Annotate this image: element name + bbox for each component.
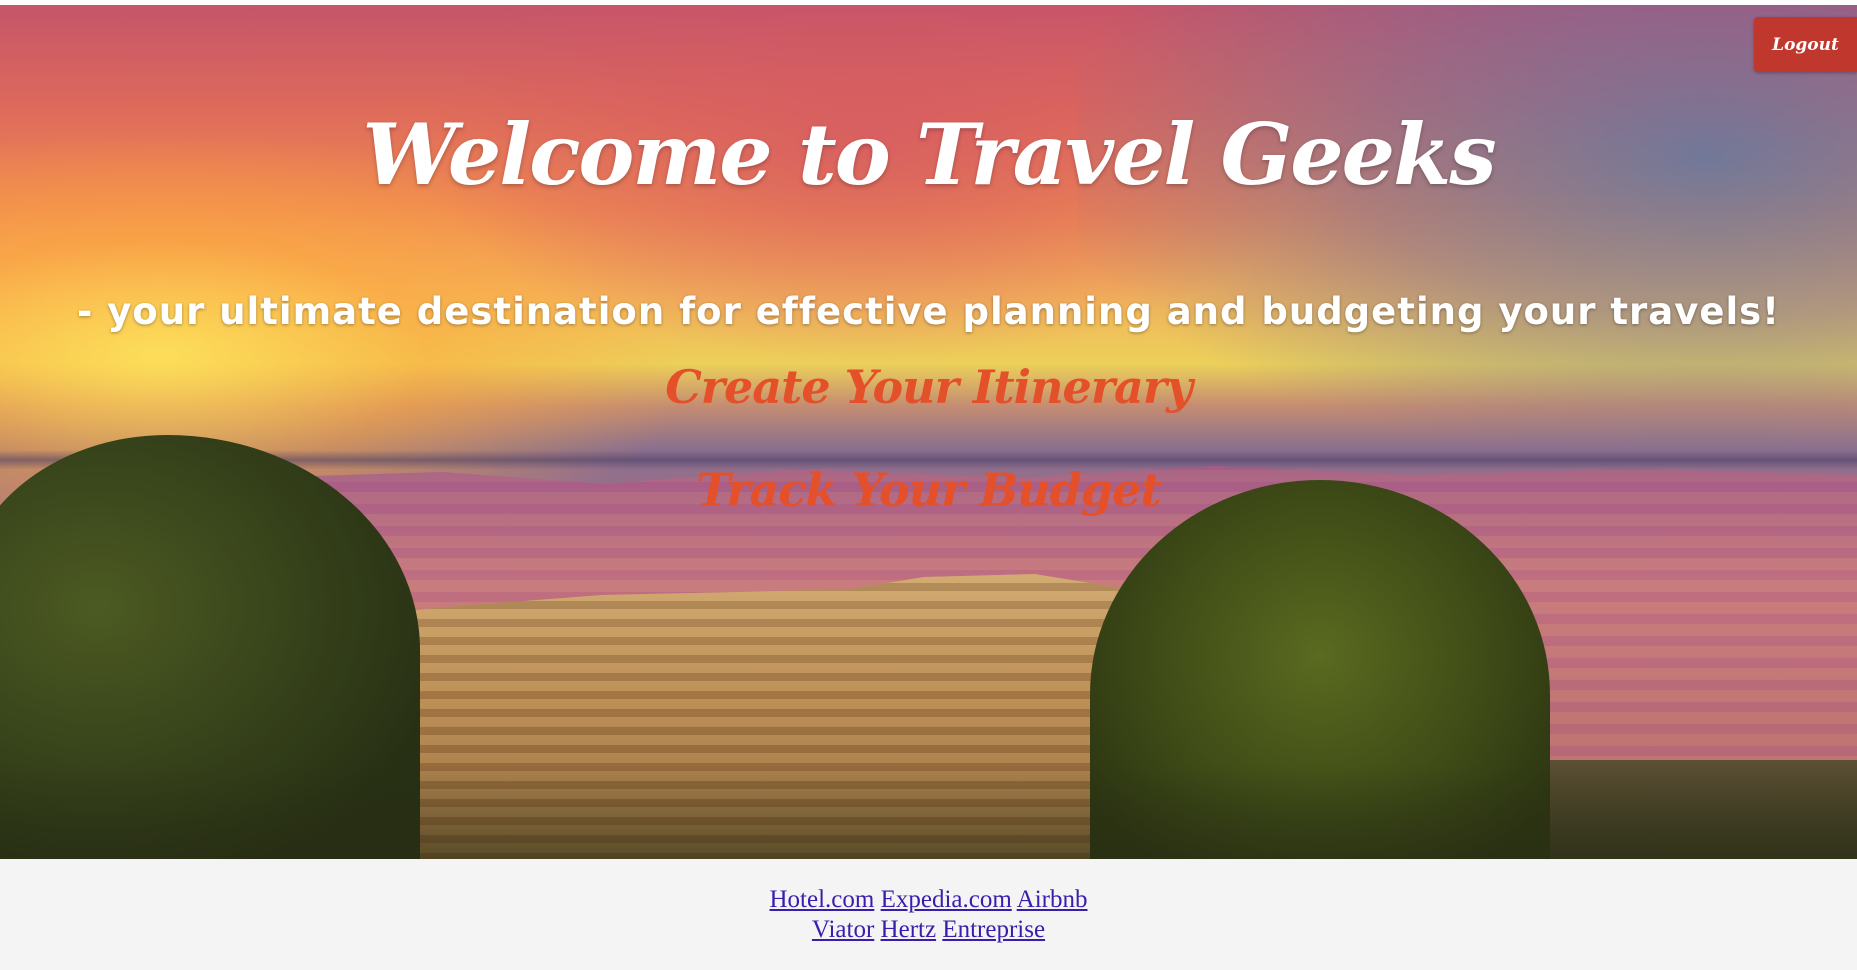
logout-button[interactable]: Logout (1754, 17, 1857, 72)
footer-link-viator[interactable]: Viator (812, 916, 874, 943)
page-title: Welcome to Travel Geeks (362, 105, 1496, 204)
footer-link-airbnb[interactable]: Airbnb (1017, 886, 1088, 913)
footer: Hotel.com Expedia.com Airbnb Viator Hert… (0, 859, 1857, 970)
background-image-foreground (0, 765, 1857, 859)
track-budget-link[interactable]: Track Your Budget (0, 463, 1857, 517)
footer-link-hotel[interactable]: Hotel.com (770, 886, 875, 913)
footer-link-hertz[interactable]: Hertz (881, 916, 937, 943)
footer-links-row-1: Hotel.com Expedia.com Airbnb (0, 859, 1857, 915)
footer-link-expedia[interactable]: Expedia.com (881, 886, 1012, 913)
hero-tagline: - your ultimate destination for effectiv… (76, 290, 1781, 333)
hero-section: Welcome to Travel Geeks - your ultimate … (0, 5, 1857, 859)
footer-links-row-2: Viator Hertz Entreprise (0, 915, 1857, 945)
footer-link-entreprise[interactable]: Entreprise (942, 916, 1045, 943)
create-itinerary-link[interactable]: Create Your Itinerary (0, 360, 1857, 414)
